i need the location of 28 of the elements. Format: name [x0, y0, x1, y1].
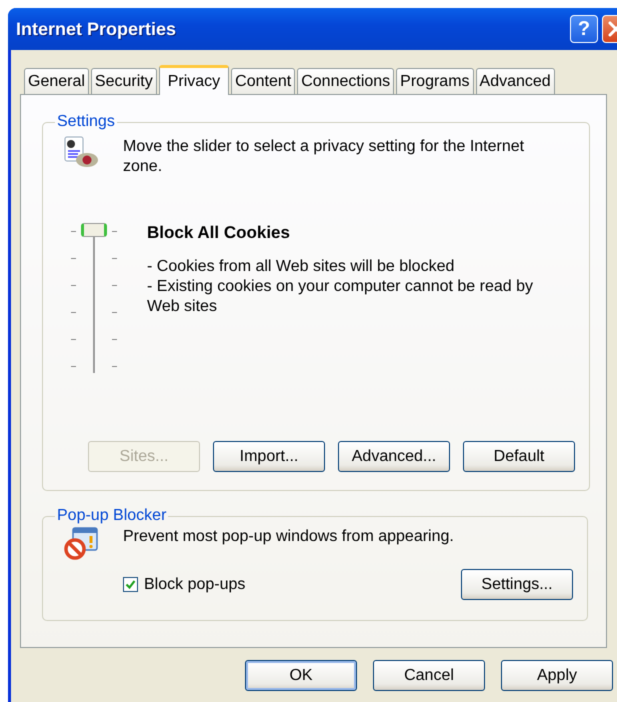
level-detail: - Existing cookies on your computer cannot be read by Web sites	[147, 277, 534, 317]
slider-thumb[interactable]	[81, 223, 107, 237]
privacy-button[interactable]: Default	[463, 441, 575, 472]
tab[interactable]: Programs	[396, 68, 474, 94]
privacy-button[interactable]: Advanced...	[338, 441, 450, 472]
help-button[interactable]: ?	[570, 15, 598, 43]
window-title: Internet Properties	[16, 18, 178, 40]
tab[interactable]: Advanced	[476, 68, 555, 94]
level-detail: - Cookies from all Web sites will be blocked	[147, 257, 456, 277]
description-text: Move the slider to select a privacy setting for the Internet zone.	[123, 137, 526, 177]
checkbox-label: Block pop-ups	[144, 576, 246, 594]
description-text: Prevent most pop-up windows from appearing.	[123, 527, 454, 547]
popup-settings-button[interactable]: Settings...	[461, 569, 573, 600]
tab[interactable]: Privacy	[158, 65, 230, 95]
group-legend: Pop-up Blocker	[55, 507, 168, 525]
dialog-button[interactable]: Cancel	[373, 660, 485, 691]
privacy-icon	[63, 135, 99, 169]
tab[interactable]: Connections	[297, 68, 394, 94]
tab[interactable]: Security	[90, 68, 157, 94]
dialog-button[interactable]: OK	[245, 660, 357, 691]
blocked-popup-icon	[63, 525, 99, 561]
privacy-button[interactable]: Import...	[213, 441, 325, 472]
level-title: Block All Cookies	[147, 223, 291, 243]
tab[interactable]: Content	[231, 68, 296, 94]
group-legend: Settings	[55, 113, 117, 131]
dialog-button[interactable]: Apply	[501, 660, 613, 691]
checkbox[interactable]	[123, 577, 138, 592]
tab[interactable]: General	[24, 68, 89, 94]
